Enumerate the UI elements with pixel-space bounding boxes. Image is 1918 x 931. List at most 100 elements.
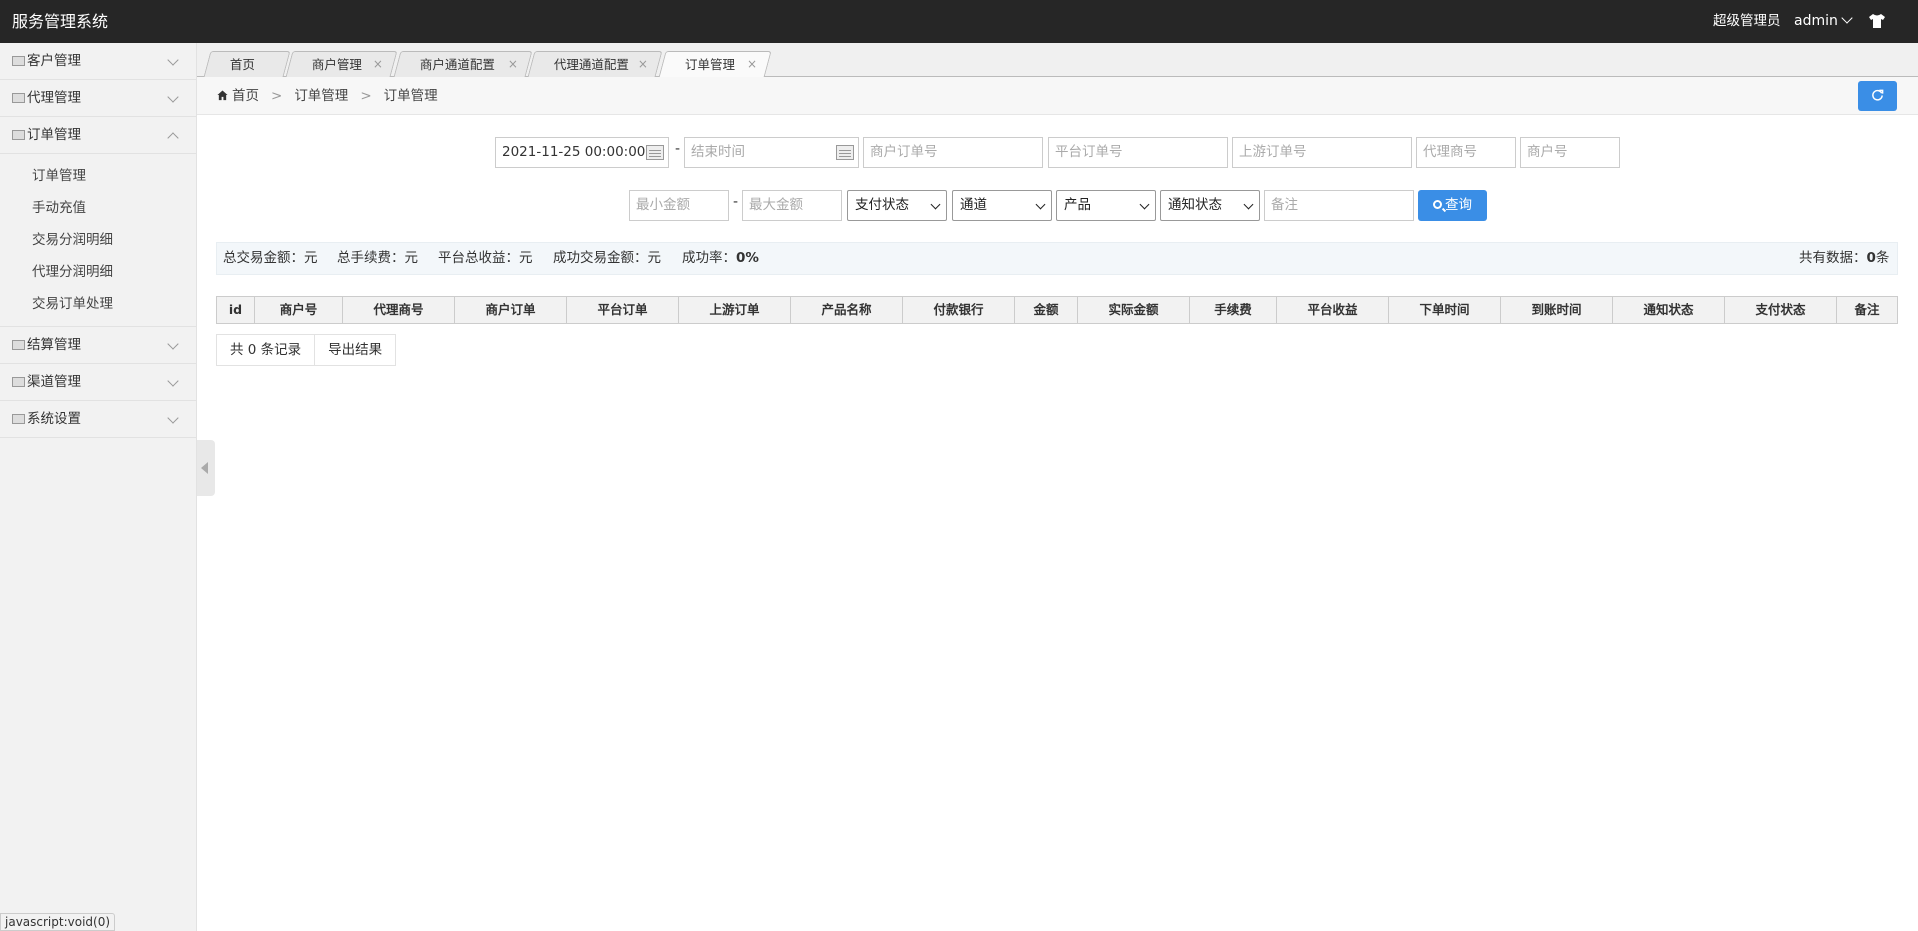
breadcrumb-section[interactable]: 订单管理 — [294, 88, 348, 104]
remark-input[interactable]: 备注 — [1264, 190, 1414, 221]
column-header[interactable]: 商户号 — [255, 297, 343, 323]
pay-status-select[interactable]: 支付状态 — [847, 190, 947, 221]
refresh-button[interactable] — [1858, 81, 1897, 111]
min-amount-input[interactable]: 最小金额 — [629, 190, 729, 221]
column-header[interactable]: 上游订单 — [679, 297, 791, 323]
column-header[interactable]: 通知状态 — [1613, 297, 1725, 323]
chevron-down-icon — [1243, 199, 1254, 210]
product-value: 产品 — [1064, 197, 1091, 213]
query-button[interactable]: 查询 — [1418, 190, 1487, 221]
column-header[interactable]: 实际金额 — [1078, 297, 1190, 323]
sidebar: 客户管理 代理管理 订单管理 订单管理 手动充值 交易分润明细 代理分润明细 交… — [0, 43, 197, 931]
shirt-icon[interactable] — [1868, 13, 1886, 29]
sidebar-item-settings[interactable]: 系统设置 — [0, 401, 196, 438]
breadcrumb-home[interactable]: 首页 — [232, 88, 259, 104]
merchant-no-input[interactable]: 商户号 — [1520, 137, 1620, 168]
upstream-order-input[interactable]: 上游订单号 — [1232, 137, 1412, 168]
sidebar-item-channels[interactable]: 渠道管理 — [0, 364, 196, 401]
summary-success-rate: 成功率：0% — [682, 250, 759, 266]
chevron-down-icon — [1035, 199, 1046, 210]
tab-label: 首页 — [229, 57, 255, 72]
end-time-placeholder: 结束时间 — [691, 144, 745, 160]
breadcrumb-current: 订单管理 — [383, 88, 438, 104]
column-header[interactable]: 平台收益 — [1277, 297, 1389, 323]
close-icon[interactable]: × — [725, 52, 757, 77]
column-header[interactable]: 下单时间 — [1389, 297, 1501, 323]
chevron-down-icon — [167, 338, 179, 350]
close-icon[interactable]: × — [616, 52, 648, 77]
summary-total-fee: 总手续费：元 — [337, 250, 418, 266]
sidebar-item-orders[interactable]: 订单管理 — [0, 117, 196, 154]
column-header[interactable]: 商户订单 — [455, 297, 567, 323]
max-amount-input[interactable]: 最大金额 — [742, 190, 842, 221]
close-icon[interactable]: × — [351, 52, 383, 77]
refresh-icon — [1872, 89, 1884, 101]
column-header[interactable]: 金额 — [1015, 297, 1078, 323]
agent-no-input[interactable]: 代理商号 — [1416, 137, 1516, 168]
folder-icon — [12, 340, 25, 350]
chevron-down-icon — [167, 412, 179, 424]
sidebar-subitem-manual-recharge[interactable]: 手动充值 — [0, 192, 196, 224]
channel-select[interactable]: 通道 — [952, 190, 1052, 221]
breadcrumb-separator: > — [360, 88, 372, 104]
notify-status-select[interactable]: 通知状态 — [1160, 190, 1260, 221]
folder-icon — [12, 93, 25, 103]
sidebar-subitem-order-management[interactable]: 订单管理 — [0, 160, 196, 192]
orders-submenu: 订单管理 手动充值 交易分润明细 代理分润明细 交易订单处理 — [0, 154, 196, 327]
sidebar-subitem-order-processing[interactable]: 交易订单处理 — [0, 288, 196, 320]
sidebar-subitem-trade-profit[interactable]: 交易分润明细 — [0, 224, 196, 256]
sidebar-item-settlement[interactable]: 结算管理 — [0, 327, 196, 364]
end-time-input[interactable]: 结束时间 — [684, 137, 859, 168]
sidebar-item-customers[interactable]: 客户管理 — [0, 43, 196, 80]
product-select[interactable]: 产品 — [1056, 190, 1156, 221]
breadcrumb: 首页 > 订单管理 > 订单管理 — [217, 77, 438, 115]
column-header[interactable]: 备注 — [1837, 297, 1897, 323]
calendar-icon[interactable] — [836, 145, 854, 160]
sidebar-item-label: 系统设置 — [27, 411, 81, 427]
column-header[interactable]: 付款银行 — [903, 297, 1015, 323]
breadcrumb-separator: > — [271, 88, 283, 104]
column-header[interactable]: 平台订单 — [567, 297, 679, 323]
column-header[interactable]: 代理商号 — [343, 297, 455, 323]
tab-merchant-channels[interactable]: 商户通道配置 × — [393, 51, 533, 77]
query-label: 查询 — [1445, 197, 1472, 213]
folder-icon — [12, 130, 25, 140]
tab-agent-channels[interactable]: 代理通道配置 × — [527, 51, 663, 77]
user-menu[interactable]: admin — [1794, 0, 1853, 43]
chevron-down-icon — [1841, 12, 1853, 24]
chevron-down-icon — [167, 54, 179, 66]
range-dash: - — [675, 141, 681, 157]
summary-total-count: 共有数据：0条 — [1799, 250, 1890, 266]
pay-status-value: 支付状态 — [855, 197, 909, 213]
notify-status-value: 通知状态 — [1168, 197, 1222, 213]
sidebar-subitem-agent-profit[interactable]: 代理分润明细 — [0, 256, 196, 288]
orders-table-header: id 商户号 代理商号 商户订单 平台订单 上游订单 产品名称 付款银行 金额 … — [216, 296, 1898, 324]
search-icon — [1433, 200, 1442, 209]
tab-merchants[interactable]: 商户管理 × — [285, 51, 398, 77]
pager: 共 0 条记录 导出结果 — [216, 334, 397, 366]
column-header[interactable]: id — [217, 297, 255, 323]
folder-icon — [12, 414, 25, 424]
column-header[interactable]: 到账时间 — [1501, 297, 1613, 323]
export-button[interactable]: 导出结果 — [315, 335, 395, 365]
summary-bar: 总交易金额：元 总手续费：元 平台总收益：元 成功交易金额：元 成功率：0% 共… — [216, 242, 1898, 275]
user-role: 超级管理员 — [1713, 13, 1781, 29]
top-header: 服务管理系统 超级管理员 admin — [0, 0, 1918, 43]
calendar-icon[interactable] — [646, 145, 664, 160]
tab-orders[interactable]: 订单管理 × — [658, 51, 772, 78]
start-time-input[interactable]: 2021-11-25 00:00:00 — [495, 137, 669, 168]
folder-icon — [12, 56, 25, 66]
summary-platform-income: 平台总收益：元 — [438, 250, 533, 266]
column-header[interactable]: 手续费 — [1190, 297, 1277, 323]
column-header[interactable]: 产品名称 — [791, 297, 903, 323]
tab-home[interactable]: 首页 — [203, 51, 291, 77]
sidebar-item-agents[interactable]: 代理管理 — [0, 80, 196, 117]
close-icon[interactable]: × — [486, 52, 518, 77]
column-header[interactable]: 支付状态 — [1725, 297, 1837, 323]
platform-order-input[interactable]: 平台订单号 — [1048, 137, 1228, 168]
chevron-down-icon — [167, 375, 179, 387]
sidebar-collapse-handle[interactable] — [197, 440, 215, 496]
chevron-down-icon — [930, 199, 941, 210]
user-name: admin — [1794, 13, 1838, 29]
merchant-order-input[interactable]: 商户订单号 — [863, 137, 1043, 168]
